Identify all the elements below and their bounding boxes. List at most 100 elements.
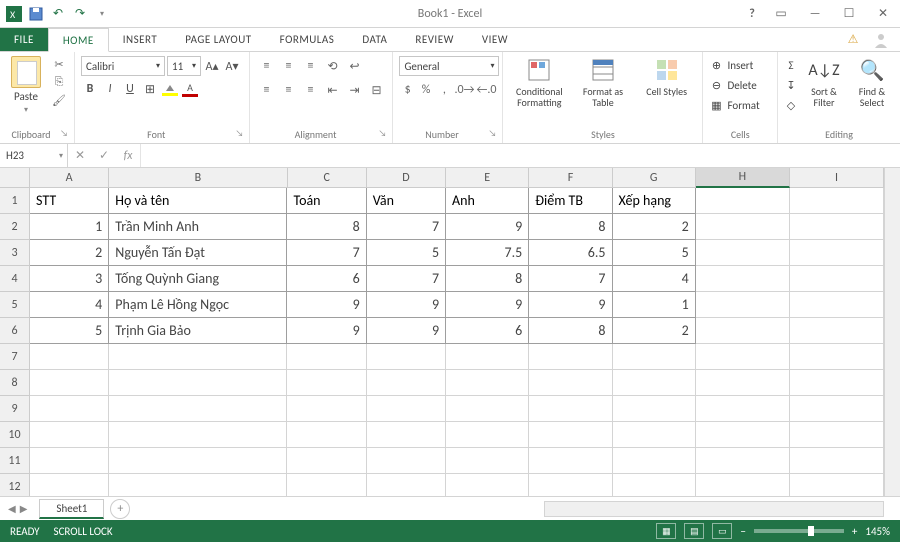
cell[interactable] <box>287 396 366 422</box>
cell[interactable] <box>696 292 790 318</box>
orientation-icon[interactable]: ⟲ <box>322 56 342 76</box>
cells-grid[interactable]: STTHọ và tênToánVănAnhĐiểm TBXếp hạng1Tr… <box>30 188 884 496</box>
cell[interactable] <box>367 370 446 396</box>
cell[interactable]: 8 <box>446 266 529 292</box>
cell[interactable]: Anh <box>446 188 529 214</box>
cell[interactable] <box>790 370 884 396</box>
cell[interactable]: 6 <box>287 266 366 292</box>
cell[interactable] <box>367 422 446 448</box>
cell[interactable]: STT <box>30 188 109 214</box>
tab-data[interactable]: DATA <box>348 28 401 51</box>
increase-decimal-icon[interactable]: .0→ <box>455 80 475 100</box>
cell[interactable] <box>696 188 790 214</box>
cell[interactable]: Toán <box>287 188 366 214</box>
cell[interactable]: 7 <box>287 240 366 266</box>
cell[interactable] <box>613 370 696 396</box>
zoom-slider[interactable] <box>754 529 844 533</box>
signin-icon[interactable]: ⚠ <box>844 31 862 49</box>
autosum-button[interactable]: Σ <box>784 56 798 74</box>
tab-file[interactable]: FILE <box>0 28 48 51</box>
cell[interactable]: 5 <box>367 240 446 266</box>
new-sheet-button[interactable]: + <box>110 499 130 519</box>
formula-input[interactable] <box>141 144 900 167</box>
zoom-in-icon[interactable]: + <box>852 525 857 538</box>
cell[interactable] <box>109 396 287 422</box>
cell[interactable] <box>30 448 109 474</box>
undo-icon[interactable]: ↶ <box>50 6 66 22</box>
row-header-9[interactable]: 9 <box>0 396 30 422</box>
cell[interactable] <box>613 474 696 496</box>
cell[interactable]: 5 <box>613 240 696 266</box>
cell[interactable] <box>287 448 366 474</box>
cell[interactable]: 3 <box>30 266 109 292</box>
page-layout-view-icon[interactable]: ▤ <box>684 523 704 539</box>
cell[interactable] <box>446 344 529 370</box>
cell[interactable] <box>790 240 884 266</box>
tab-page-layout[interactable]: PAGE LAYOUT <box>171 28 265 51</box>
cell[interactable] <box>696 266 790 292</box>
cell[interactable] <box>696 448 790 474</box>
cell[interactable] <box>790 214 884 240</box>
row-header-1[interactable]: 1 <box>0 188 30 214</box>
cell[interactable]: 2 <box>30 240 109 266</box>
decrease-font-icon[interactable]: A▾ <box>223 57 241 75</box>
select-all-corner[interactable] <box>0 168 30 188</box>
comma-format-icon[interactable]: , <box>436 80 452 100</box>
cell[interactable] <box>30 474 109 496</box>
redo-icon[interactable]: ↷ <box>72 6 88 22</box>
cell[interactable] <box>367 474 446 496</box>
cell[interactable]: Tống Quỳnh Giang <box>109 266 287 292</box>
tab-review[interactable]: REVIEW <box>401 28 468 51</box>
cell[interactable]: 9 <box>446 292 529 318</box>
cell-styles-button[interactable]: Cell Styles <box>637 56 697 126</box>
cell[interactable] <box>446 448 529 474</box>
cell[interactable] <box>287 344 366 370</box>
cell[interactable]: 4 <box>613 266 696 292</box>
percent-format-icon[interactable]: % <box>418 80 434 100</box>
cell[interactable] <box>529 344 612 370</box>
border-button[interactable]: ⊞ <box>141 80 159 98</box>
col-header-E[interactable]: E <box>446 168 529 188</box>
cell[interactable] <box>790 474 884 496</box>
cell[interactable]: 7.5 <box>446 240 529 266</box>
tab-insert[interactable]: INSERT <box>109 28 172 51</box>
alignment-launcher-icon[interactable]: ↘ <box>379 128 387 139</box>
decrease-decimal-icon[interactable]: ←.0 <box>477 80 497 100</box>
row-header-10[interactable]: 10 <box>0 422 30 448</box>
cell[interactable] <box>446 422 529 448</box>
cell[interactable] <box>613 448 696 474</box>
row-header-5[interactable]: 5 <box>0 292 30 318</box>
vertical-scrollbar[interactable] <box>884 168 900 496</box>
cell[interactable] <box>529 474 612 496</box>
format-painter-icon[interactable]: 🖌 <box>50 92 68 108</box>
cell[interactable] <box>790 448 884 474</box>
cell[interactable]: Điểm TB <box>529 188 612 214</box>
font-name-combo[interactable]: Calibri▾ <box>81 56 165 76</box>
col-header-D[interactable]: D <box>367 168 446 188</box>
cell[interactable] <box>613 422 696 448</box>
cell[interactable] <box>696 240 790 266</box>
cell[interactable]: Xếp hạng <box>613 188 696 214</box>
cell[interactable]: 7 <box>367 214 446 240</box>
sheet-nav-next-icon[interactable]: ▶ <box>20 502 28 515</box>
cell[interactable] <box>613 344 696 370</box>
cell[interactable] <box>529 370 612 396</box>
cell[interactable] <box>696 344 790 370</box>
font-launcher-icon[interactable]: ↘ <box>236 128 244 139</box>
cells-delete-button[interactable]: ⊖Delete <box>709 76 771 94</box>
cancel-formula-icon[interactable]: ✕ <box>68 148 92 163</box>
sheet-nav-prev-icon[interactable]: ◀ <box>8 502 16 515</box>
cell[interactable] <box>696 370 790 396</box>
font-color-button[interactable]: A <box>181 80 199 98</box>
row-header-3[interactable]: 3 <box>0 240 30 266</box>
cell[interactable] <box>790 188 884 214</box>
enter-formula-icon[interactable]: ✓ <box>92 148 116 163</box>
cell[interactable]: Họ và tên <box>109 188 287 214</box>
cell[interactable]: 7 <box>529 266 612 292</box>
cell[interactable]: 9 <box>367 318 446 344</box>
col-header-I[interactable]: I <box>790 168 884 188</box>
cell[interactable] <box>109 422 287 448</box>
cut-icon[interactable]: ✂ <box>50 56 68 72</box>
cell[interactable] <box>30 396 109 422</box>
accounting-format-icon[interactable]: $ <box>399 80 415 100</box>
